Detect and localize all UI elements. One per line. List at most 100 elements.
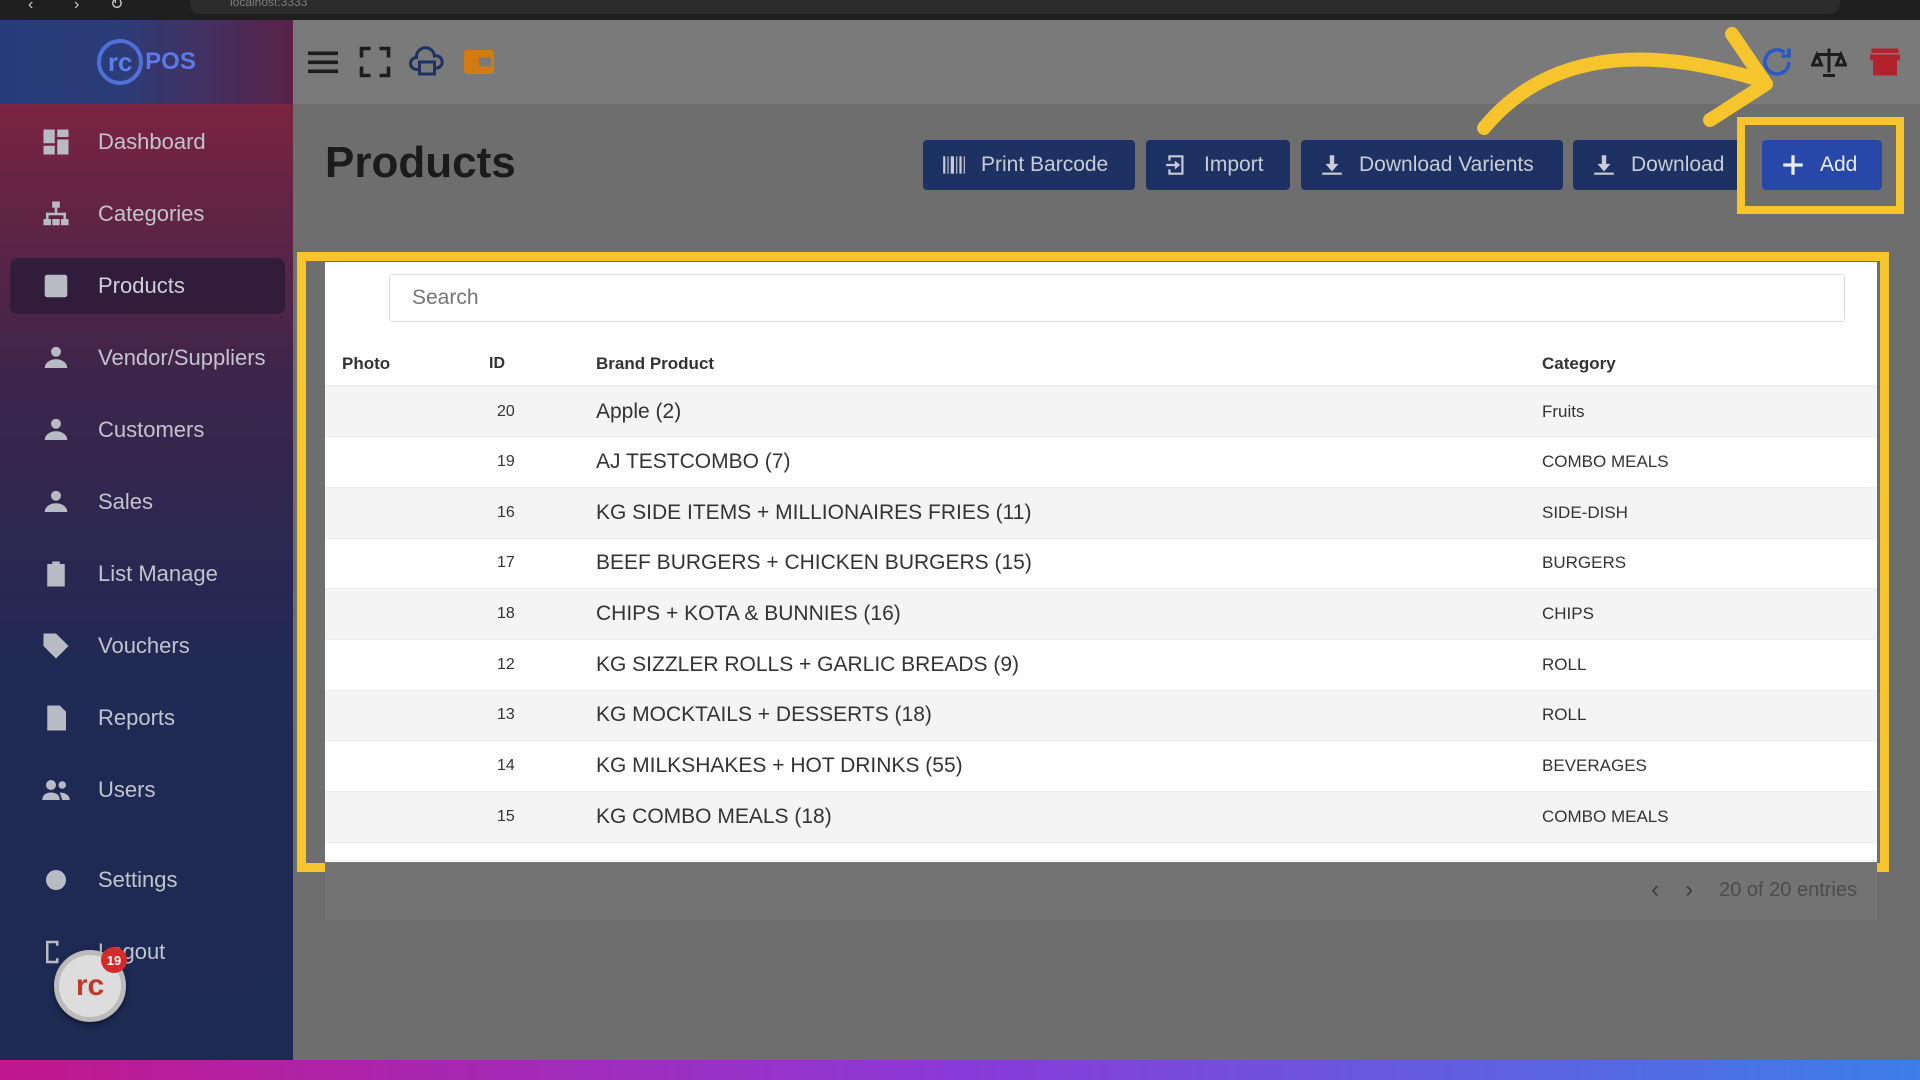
sidebar-item-list-manage[interactable]: List Manage — [10, 546, 285, 602]
sidebar-item-customers[interactable]: Customers — [10, 402, 285, 458]
sidebar-item-label: List Manage — [98, 561, 218, 586]
photo-cell — [325, 487, 489, 539]
photo-cell — [325, 386, 489, 438]
clipboard-icon — [40, 558, 72, 590]
table-row[interactable]: 20 Apple (2) Fruits — [325, 386, 1877, 438]
category-cell: BEVERAGES — [1542, 740, 1877, 792]
table-row[interactable]: 16 KG SIDE ITEMS + MILLIONAIRES FRIES (1… — [325, 487, 1877, 539]
sidebar-item-label: Vendor/Suppliers — [98, 345, 266, 370]
pagination: ‹ › 20 of 20 entries — [1651, 876, 1857, 904]
column-header-category[interactable]: Category — [1542, 342, 1877, 387]
sidebar-item-label: Vouchers — [98, 633, 190, 658]
sidebar-item-categories[interactable]: Categories — [10, 186, 285, 242]
table-row[interactable]: 18 CHIPS + KOTA & BUNNIES (16) CHIPS — [325, 588, 1877, 640]
id-cell: 18 — [489, 588, 596, 640]
sidebar-item-dashboard[interactable]: Dashboard — [10, 114, 285, 170]
import-icon — [1166, 155, 1184, 175]
sidebar-item-users[interactable]: Users — [10, 762, 285, 818]
product-name-cell: KG COMBO MEALS (18) — [596, 791, 1542, 843]
reload-icon[interactable]: ↻ — [110, 0, 123, 14]
id-cell: 16 — [489, 487, 596, 539]
sidebar-item-label: Users — [98, 777, 156, 802]
id-cell: 15 — [489, 791, 596, 843]
sidebar-item-label: Customers — [98, 417, 205, 442]
sidebar-item-vouchers[interactable]: Vouchers — [10, 618, 285, 674]
box-icon — [40, 270, 72, 302]
category-cell: Fruits — [1542, 386, 1877, 438]
product-name-cell: KG MILKSHAKES + HOT DRINKS (55) — [596, 740, 1542, 792]
store-icon[interactable] — [1865, 42, 1905, 82]
product-name-cell: KG SIDE ITEMS + MILLIONAIRES FRIES (11) — [596, 487, 1542, 539]
import-label: Import — [1204, 153, 1264, 176]
products-table: Photo ID Brand Product Category 20 Apple… — [325, 342, 1877, 861]
id-cell: 19 — [489, 436, 596, 488]
search-bar — [325, 262, 1877, 342]
table-row[interactable]: 15 KG COMBO MEALS (18) COMBO MEALS — [325, 791, 1877, 843]
tag-icon — [40, 630, 72, 662]
browser-toolbar: ‹ › ↻ localhost:3333 — [0, 0, 1920, 20]
address-bar[interactable]: localhost:3333 — [190, 0, 1840, 14]
download-icon — [1322, 155, 1342, 175]
id-cell — [489, 842, 596, 861]
table-row[interactable]: 13 KG MOCKTAILS + DESSERTS (18) ROLL — [325, 690, 1877, 742]
column-header-brand-product[interactable]: Brand Product — [596, 342, 1542, 387]
photo-cell — [325, 842, 489, 861]
back-icon[interactable]: ‹ — [28, 0, 33, 14]
person-icon — [40, 342, 72, 374]
photo-cell — [325, 538, 489, 590]
table-row[interactable]: 17 BEEF BURGERS + CHICKEN BURGERS (15) B… — [325, 538, 1877, 590]
id-cell: 20 — [489, 386, 596, 438]
photo-cell — [325, 639, 489, 691]
category-cell: CHIPS — [1542, 588, 1877, 640]
cloud-print-icon[interactable] — [407, 42, 447, 82]
dashboard-icon — [40, 126, 72, 158]
table-row[interactable]: 14 KG MILKSHAKES + HOT DRINKS (55) BEVER… — [325, 740, 1877, 792]
sidebar-item-sales[interactable]: Sales — [10, 474, 285, 530]
sitemap-icon — [40, 198, 72, 230]
app-logo[interactable]: rc POS — [97, 39, 196, 85]
sidebar-item-logout[interactable]: Logout — [10, 924, 285, 980]
prev-page-icon[interactable]: ‹ — [1651, 876, 1659, 904]
chat-avatar-button[interactable]: rc 19 — [54, 947, 127, 1022]
id-cell: 13 — [489, 690, 596, 742]
column-header-photo[interactable]: Photo — [325, 342, 489, 387]
photo-cell — [325, 740, 489, 792]
annotation-arrow-icon — [1477, 27, 1773, 135]
forward-icon[interactable]: › — [74, 0, 79, 14]
sidebar-item-label: Products — [98, 273, 185, 298]
category-cell: ROLL — [1542, 690, 1877, 742]
download-label: Download — [1631, 153, 1725, 176]
logo-mark: rc — [97, 39, 144, 85]
photo-cell — [325, 791, 489, 843]
import-button[interactable]: Import — [1146, 140, 1290, 190]
download-icon — [1594, 155, 1614, 175]
product-name-cell: CHIPS + KOTA & BUNNIES (16) — [596, 588, 1542, 640]
sidebar-item-vendor-suppliers[interactable]: Vendor/Suppliers — [10, 330, 285, 386]
sidebar-item-reports[interactable]: Reports — [10, 690, 285, 746]
table-row[interactable]: 12 KG SIZZLER ROLLS + GARLIC BREADS (9) … — [325, 639, 1877, 691]
next-page-icon[interactable]: › — [1685, 876, 1693, 904]
table-footer: ‹ › 20 of 20 entries — [325, 862, 1877, 920]
sidebar-item-products[interactable]: Products — [10, 258, 285, 314]
product-name-cell: BEEF BURGERS + CHICKEN BURGERS (15) — [596, 538, 1542, 590]
search-input[interactable] — [389, 274, 1845, 322]
wallet-icon[interactable] — [459, 42, 499, 82]
document-icon — [40, 702, 72, 734]
products-table-card: Photo ID Brand Product Category 20 Apple… — [325, 262, 1877, 862]
category-cell — [1542, 842, 1877, 861]
print-barcode-label: Print Barcode — [981, 153, 1109, 176]
menu-icon[interactable] — [303, 42, 343, 82]
sidebar-item-settings[interactable]: Settings — [10, 852, 285, 908]
column-header-id[interactable]: ID — [489, 342, 596, 387]
scale-icon[interactable] — [1809, 42, 1849, 82]
fullscreen-icon[interactable] — [355, 42, 395, 82]
sidebar-nav: Dashboard Categories Products Vendor/Sup… — [0, 104, 293, 1060]
category-cell: COMBO MEALS — [1542, 791, 1877, 843]
print-barcode-button[interactable]: Print Barcode — [923, 140, 1135, 190]
notification-count-badge: 19 — [101, 947, 127, 973]
product-name-cell: Apple (2) — [596, 386, 1542, 438]
category-cell: ROLL — [1542, 639, 1877, 691]
table-row-partial[interactable] — [325, 842, 1877, 861]
photo-cell — [325, 588, 489, 640]
table-row[interactable]: 19 AJ TESTCOMBO (7) COMBO MEALS — [325, 436, 1877, 488]
